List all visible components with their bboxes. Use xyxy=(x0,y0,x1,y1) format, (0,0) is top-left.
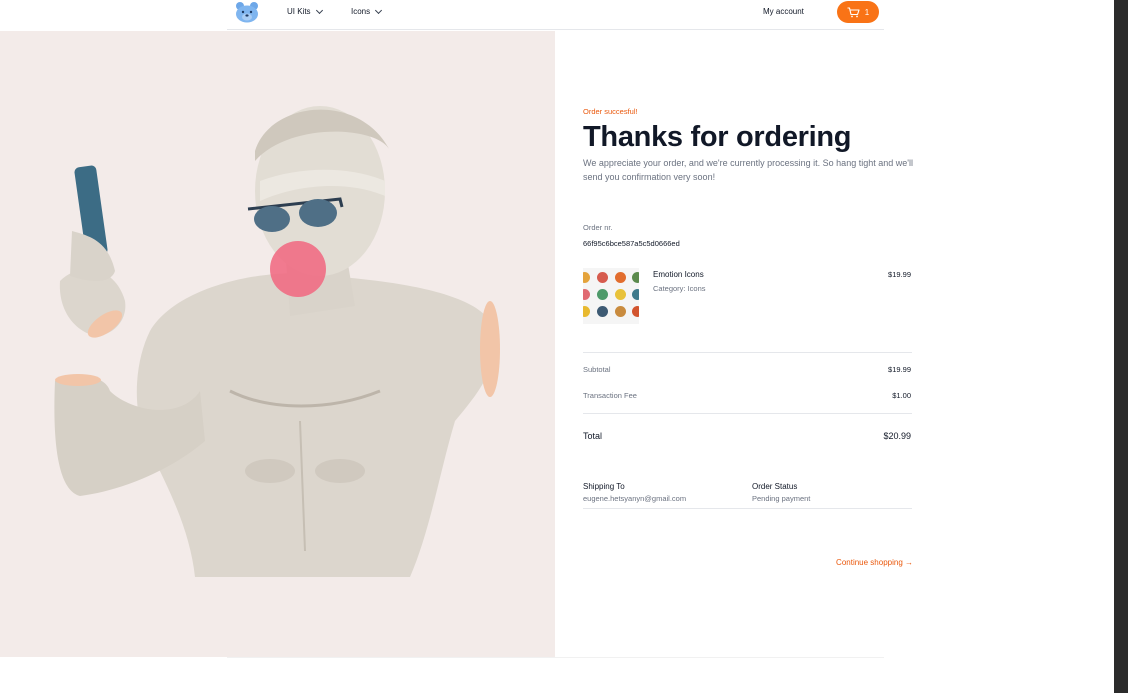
continue-shopping-link[interactable]: Continue shopping → xyxy=(836,558,913,567)
nav-icons-label: Icons xyxy=(351,7,371,16)
window-scrollbar[interactable] xyxy=(1114,0,1128,693)
emoji-icon xyxy=(615,272,626,283)
total-value: $20.99 xyxy=(883,431,911,441)
divider xyxy=(583,413,912,414)
subtotal-label: Subtotal xyxy=(583,365,611,374)
bear-logo-icon[interactable] xyxy=(234,1,260,23)
page-title: Thanks for ordering xyxy=(583,121,852,153)
emoji-icon xyxy=(615,289,626,300)
order-status-value: Pending payment xyxy=(752,494,811,503)
emoji-icon xyxy=(597,289,608,300)
nav-ui-kits-label: UI Kits xyxy=(287,7,311,16)
divider xyxy=(583,352,912,353)
shipping-email: eugene.hetsyanyn@gmail.com xyxy=(583,494,687,503)
emoji-icon xyxy=(632,306,639,317)
total-label: Total xyxy=(583,431,603,441)
emoji-icon xyxy=(597,306,608,317)
chevron-down-icon xyxy=(315,6,323,14)
emoji-icon xyxy=(615,306,626,317)
nav-icons[interactable]: Icons xyxy=(351,6,383,16)
order-status-label: Order Status xyxy=(752,482,798,491)
order-number: 66f95c6bce587a5c5d0666ed xyxy=(583,239,680,248)
chevron-down-icon xyxy=(375,6,383,14)
emoji-icon xyxy=(632,272,639,283)
product-thumbnail[interactable] xyxy=(583,268,639,324)
product-name[interactable]: Emotion Icons xyxy=(653,270,704,279)
emoji-icon xyxy=(632,289,639,300)
emoji-icon xyxy=(583,289,590,300)
order-success-eyebrow: Order succesful! xyxy=(583,107,638,116)
my-account-link[interactable]: My account xyxy=(763,7,804,16)
transaction-fee-label: Transaction Fee xyxy=(583,391,637,400)
product-category: Category: Icons xyxy=(653,284,706,293)
nav-ui-kits[interactable]: UI Kits xyxy=(287,6,323,16)
shipping-to-label: Shipping To xyxy=(583,482,625,491)
top-navigation: UI Kits Icons My account 1 xyxy=(227,0,884,30)
product-price: $19.99 xyxy=(888,270,911,279)
cart-count: 1 xyxy=(864,7,870,17)
emoji-icon xyxy=(583,306,590,317)
footer-divider xyxy=(227,657,884,658)
subtotal-value: $19.99 xyxy=(888,365,911,374)
order-success-page: UI Kits Icons My account 1 Order succesf… xyxy=(0,0,1128,693)
hero-illustration xyxy=(0,31,555,657)
emoji-icon xyxy=(583,272,590,283)
order-number-label: Order nr. xyxy=(583,223,613,232)
emoji-icon xyxy=(597,272,608,283)
shopping-cart-icon xyxy=(847,6,860,17)
divider xyxy=(583,508,912,509)
transaction-fee-value: $1.00 xyxy=(892,391,911,400)
page-subtitle: We appreciate your order, and we're curr… xyxy=(583,158,913,182)
statue-illustration xyxy=(54,106,500,577)
cart-button[interactable]: 1 xyxy=(837,1,879,23)
